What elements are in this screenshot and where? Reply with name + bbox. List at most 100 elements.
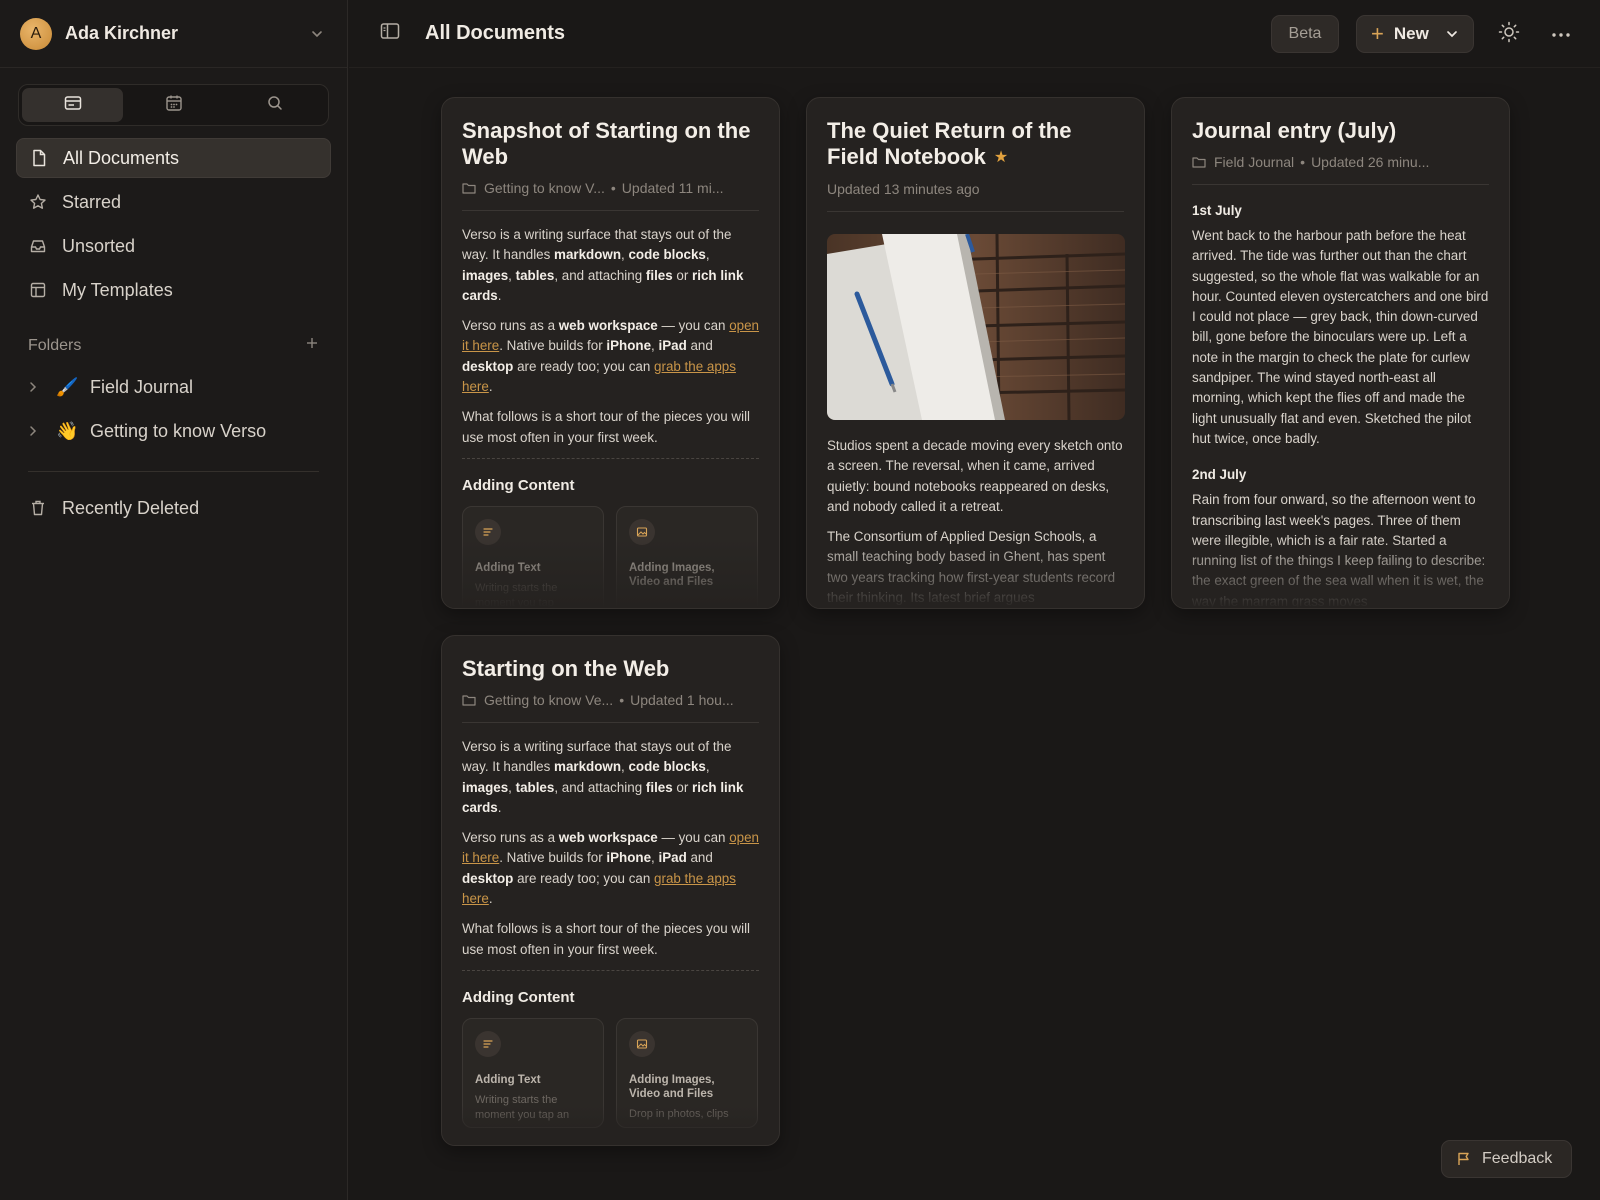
cards-view-button[interactable] xyxy=(22,88,123,122)
image-icon xyxy=(629,518,655,545)
cards-icon xyxy=(64,95,82,116)
document-card-snapshot[interactable]: Snapshot of Starting on the Web Getting … xyxy=(441,97,780,609)
ellipsis-icon xyxy=(1551,25,1571,43)
toggle-sidebar-button[interactable] xyxy=(379,23,401,45)
sidebar-item-label: My Templates xyxy=(62,279,173,300)
card-updated: Updated 26 minu... xyxy=(1311,154,1430,170)
flag-icon xyxy=(1456,1151,1472,1167)
card-body: Studios spent a decade moving every sket… xyxy=(827,438,1123,606)
top-bar: All Documents Beta + New xyxy=(349,0,1600,68)
chevron-down-icon xyxy=(1445,27,1459,41)
sidebar: A Ada Kirchner All Documents Starred Uns… xyxy=(0,0,348,1200)
notebook-photo xyxy=(827,234,1125,420)
feedback-button[interactable]: Feedback xyxy=(1441,1140,1572,1178)
new-document-button[interactable]: + New xyxy=(1356,15,1474,53)
card-meta: Getting to know Ve... • Updated 1 hou... xyxy=(462,692,759,708)
card-divider xyxy=(827,211,1124,212)
folders-header: Folders xyxy=(0,336,347,355)
chevron-down-icon[interactable] xyxy=(307,24,327,44)
document-card-journal-entry[interactable]: Journal entry (July) Field Journal • Upd… xyxy=(1171,97,1510,609)
more-options-button[interactable] xyxy=(1549,22,1573,46)
card-divider xyxy=(1192,184,1489,185)
document-card-starting-on-the-web[interactable]: Starting on the Web Getting to know Ve..… xyxy=(441,635,780,1146)
card-title: Snapshot of Starting on the Web xyxy=(462,118,751,169)
meta-separator: • xyxy=(1300,154,1306,170)
search-icon xyxy=(266,94,284,117)
card-updated: Updated 11 mi... xyxy=(621,180,724,196)
waving-hand-emoji-icon: 👋 xyxy=(56,420,79,441)
sun-icon xyxy=(1498,21,1520,48)
sidebar-nav: All Documents Starred Unsorted My Templa… xyxy=(0,138,347,310)
folder-label: Getting to know Verso xyxy=(90,420,267,441)
sidebar-item-unsorted[interactable]: Unsorted xyxy=(16,226,331,266)
card-meta: Field Journal • Updated 26 minu... xyxy=(1192,154,1489,170)
card-body: Verso is a writing surface that stays ou… xyxy=(462,739,760,957)
star-icon xyxy=(28,192,48,212)
folder-getting-to-know-verso[interactable]: 👋 Getting to know Verso xyxy=(0,409,347,453)
card-updated: Updated 13 minutes ago xyxy=(827,181,980,197)
section-heading: Adding Content xyxy=(462,476,575,494)
text-lines-icon xyxy=(475,1030,501,1057)
add-folder-button[interactable] xyxy=(305,336,319,355)
card-title: Journal entry (July) xyxy=(1192,118,1397,143)
search-button[interactable] xyxy=(224,88,325,122)
new-button-label: New xyxy=(1393,24,1429,43)
account-switcher[interactable]: A Ada Kirchner xyxy=(0,0,347,68)
dashed-divider xyxy=(462,969,759,971)
page-title: All Documents xyxy=(425,22,566,44)
tile-adding-images[interactable]: Adding Images, Video and Files Drop in p… xyxy=(616,1017,758,1128)
theme-toggle-button[interactable] xyxy=(1497,21,1521,48)
paintbrush-emoji-icon: 🖌️ xyxy=(56,376,79,397)
view-switcher xyxy=(18,84,329,126)
card-divider xyxy=(462,722,759,723)
chevron-right-icon[interactable] xyxy=(28,425,42,437)
card-title: The Quiet Return of the Field Notebook ★ xyxy=(827,118,1072,169)
folder-label: Field Journal xyxy=(90,376,194,397)
plus-icon: + xyxy=(1371,21,1384,46)
folder-field-journal[interactable]: 🖌️ Field Journal xyxy=(0,365,347,409)
section-heading: Adding Content xyxy=(462,988,575,1006)
sidebar-item-starred[interactable]: Starred xyxy=(16,182,331,222)
starred-icon: ★ xyxy=(993,149,1009,166)
template-icon xyxy=(28,280,48,300)
folder-icon xyxy=(462,694,476,706)
content-tiles: Adding Text Writing starts the moment yo… xyxy=(462,1017,759,1128)
card-folder: Field Journal xyxy=(1214,154,1295,170)
trash-icon xyxy=(28,498,48,518)
folder-icon xyxy=(1192,156,1206,168)
card-meta: Getting to know V... • Updated 11 mi... xyxy=(462,180,759,196)
sidebar-item-all-documents[interactable]: All Documents xyxy=(16,138,331,178)
folder-icon xyxy=(462,182,476,194)
sidebar-item-my-templates[interactable]: My Templates xyxy=(16,270,331,310)
document-card-quiet-return[interactable]: The Quiet Return of the Field Notebook ★ … xyxy=(806,97,1145,609)
meta-separator: • xyxy=(619,692,625,708)
meta-separator: • xyxy=(610,180,616,196)
sidebar-divider xyxy=(28,471,319,472)
feedback-label: Feedback xyxy=(1482,1150,1553,1167)
sidebar-item-label: Unsorted xyxy=(62,235,136,256)
calendar-icon xyxy=(165,94,183,117)
tile-adding-text[interactable]: Adding Text Writing starts the moment yo… xyxy=(462,505,604,608)
content-tiles: Adding Text Writing starts the moment yo… xyxy=(462,505,759,608)
beta-button[interactable]: Beta xyxy=(1271,15,1339,53)
tile-adding-text[interactable]: Adding Text Writing starts the moment yo… xyxy=(462,1017,604,1128)
avatar: A xyxy=(20,17,52,50)
plus-icon xyxy=(305,337,319,354)
journal-heading: 1st July xyxy=(1192,203,1242,218)
sidebar-item-recently-deleted[interactable]: Recently Deleted xyxy=(16,488,331,528)
inbox-icon xyxy=(28,236,48,256)
card-folder: Getting to know Ve... xyxy=(484,692,614,708)
tile-adding-images[interactable]: Adding Images, Video and Files xyxy=(616,505,758,608)
chevron-right-icon[interactable] xyxy=(28,381,42,393)
card-divider xyxy=(462,210,759,211)
journal-paragraph: Went back to the harbour path before the… xyxy=(1192,228,1489,446)
text-lines-icon xyxy=(475,518,501,545)
sidebar-item-label: Starred xyxy=(62,191,122,212)
dashed-divider xyxy=(462,457,759,459)
image-icon xyxy=(629,1030,655,1057)
sidebar-item-label: Recently Deleted xyxy=(62,497,200,518)
calendar-view-button[interactable] xyxy=(123,88,224,122)
journal-heading: 2nd July xyxy=(1192,467,1247,483)
sidebar-item-label: All Documents xyxy=(63,147,180,168)
document-icon xyxy=(29,148,49,168)
